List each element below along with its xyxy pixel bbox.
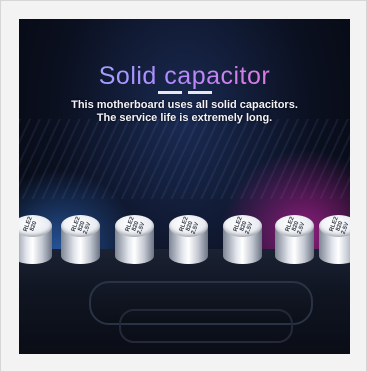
capacitor: RLE2 820 2.5V (275, 215, 314, 267)
motherboard-heatsink-ridge-inner (119, 309, 293, 343)
capacitor-label: RLE2 820 2.5V (328, 216, 350, 236)
capacitor-top: RLE2 820 2.5V (223, 215, 262, 237)
hero-text-block: Solid capacitor This motherboard uses al… (19, 61, 350, 125)
capacitor-label: RLE2 820 2.5V (178, 216, 201, 236)
capacitor: RLE2 820 2.5V (319, 215, 350, 267)
capacitor-top: RLE2 820 2.5V (169, 215, 208, 237)
underline-segment-left (157, 91, 182, 94)
capacitor: RLE2 820 2.5V (61, 215, 100, 267)
capacitor-label: RLE2 820 2.5V (70, 216, 93, 236)
capacitor-top: RLE2 820 2.5V (275, 215, 314, 237)
hero-subtitle: This motherboard uses all solid capacito… (19, 99, 350, 125)
capacitor: RLE2 820 (19, 215, 52, 267)
hero-subtitle-line-1: This motherboard uses all solid capacito… (71, 99, 298, 111)
capacitor-label: RLE2 820 (22, 216, 39, 233)
capacitor-top: RLE2 820 2.5V (115, 215, 154, 237)
capacitor: RLE2 820 2.5V (115, 215, 154, 267)
hero-title: Solid capacitor (19, 61, 350, 91)
capacitor-label: RLE2 820 2.5V (232, 216, 255, 236)
hero-subtitle-line-2: The service life is extremely long. (96, 112, 273, 124)
product-photo: Solid capacitor This motherboard uses al… (19, 19, 350, 354)
underline-segment-right (187, 91, 212, 94)
capacitor-top: RLE2 820 2.5V (61, 215, 100, 237)
capacitor: RLE2 820 2.5V (169, 215, 208, 267)
capacitor-label: RLE2 820 2.5V (124, 216, 147, 236)
capacitor-label: RLE2 820 2.5V (284, 216, 307, 236)
capacitor-top: RLE2 820 2.5V (319, 215, 350, 237)
capacitor: RLE2 820 2.5V (223, 215, 262, 267)
image-frame: Solid capacitor This motherboard uses al… (0, 0, 367, 372)
title-underline (157, 91, 212, 94)
